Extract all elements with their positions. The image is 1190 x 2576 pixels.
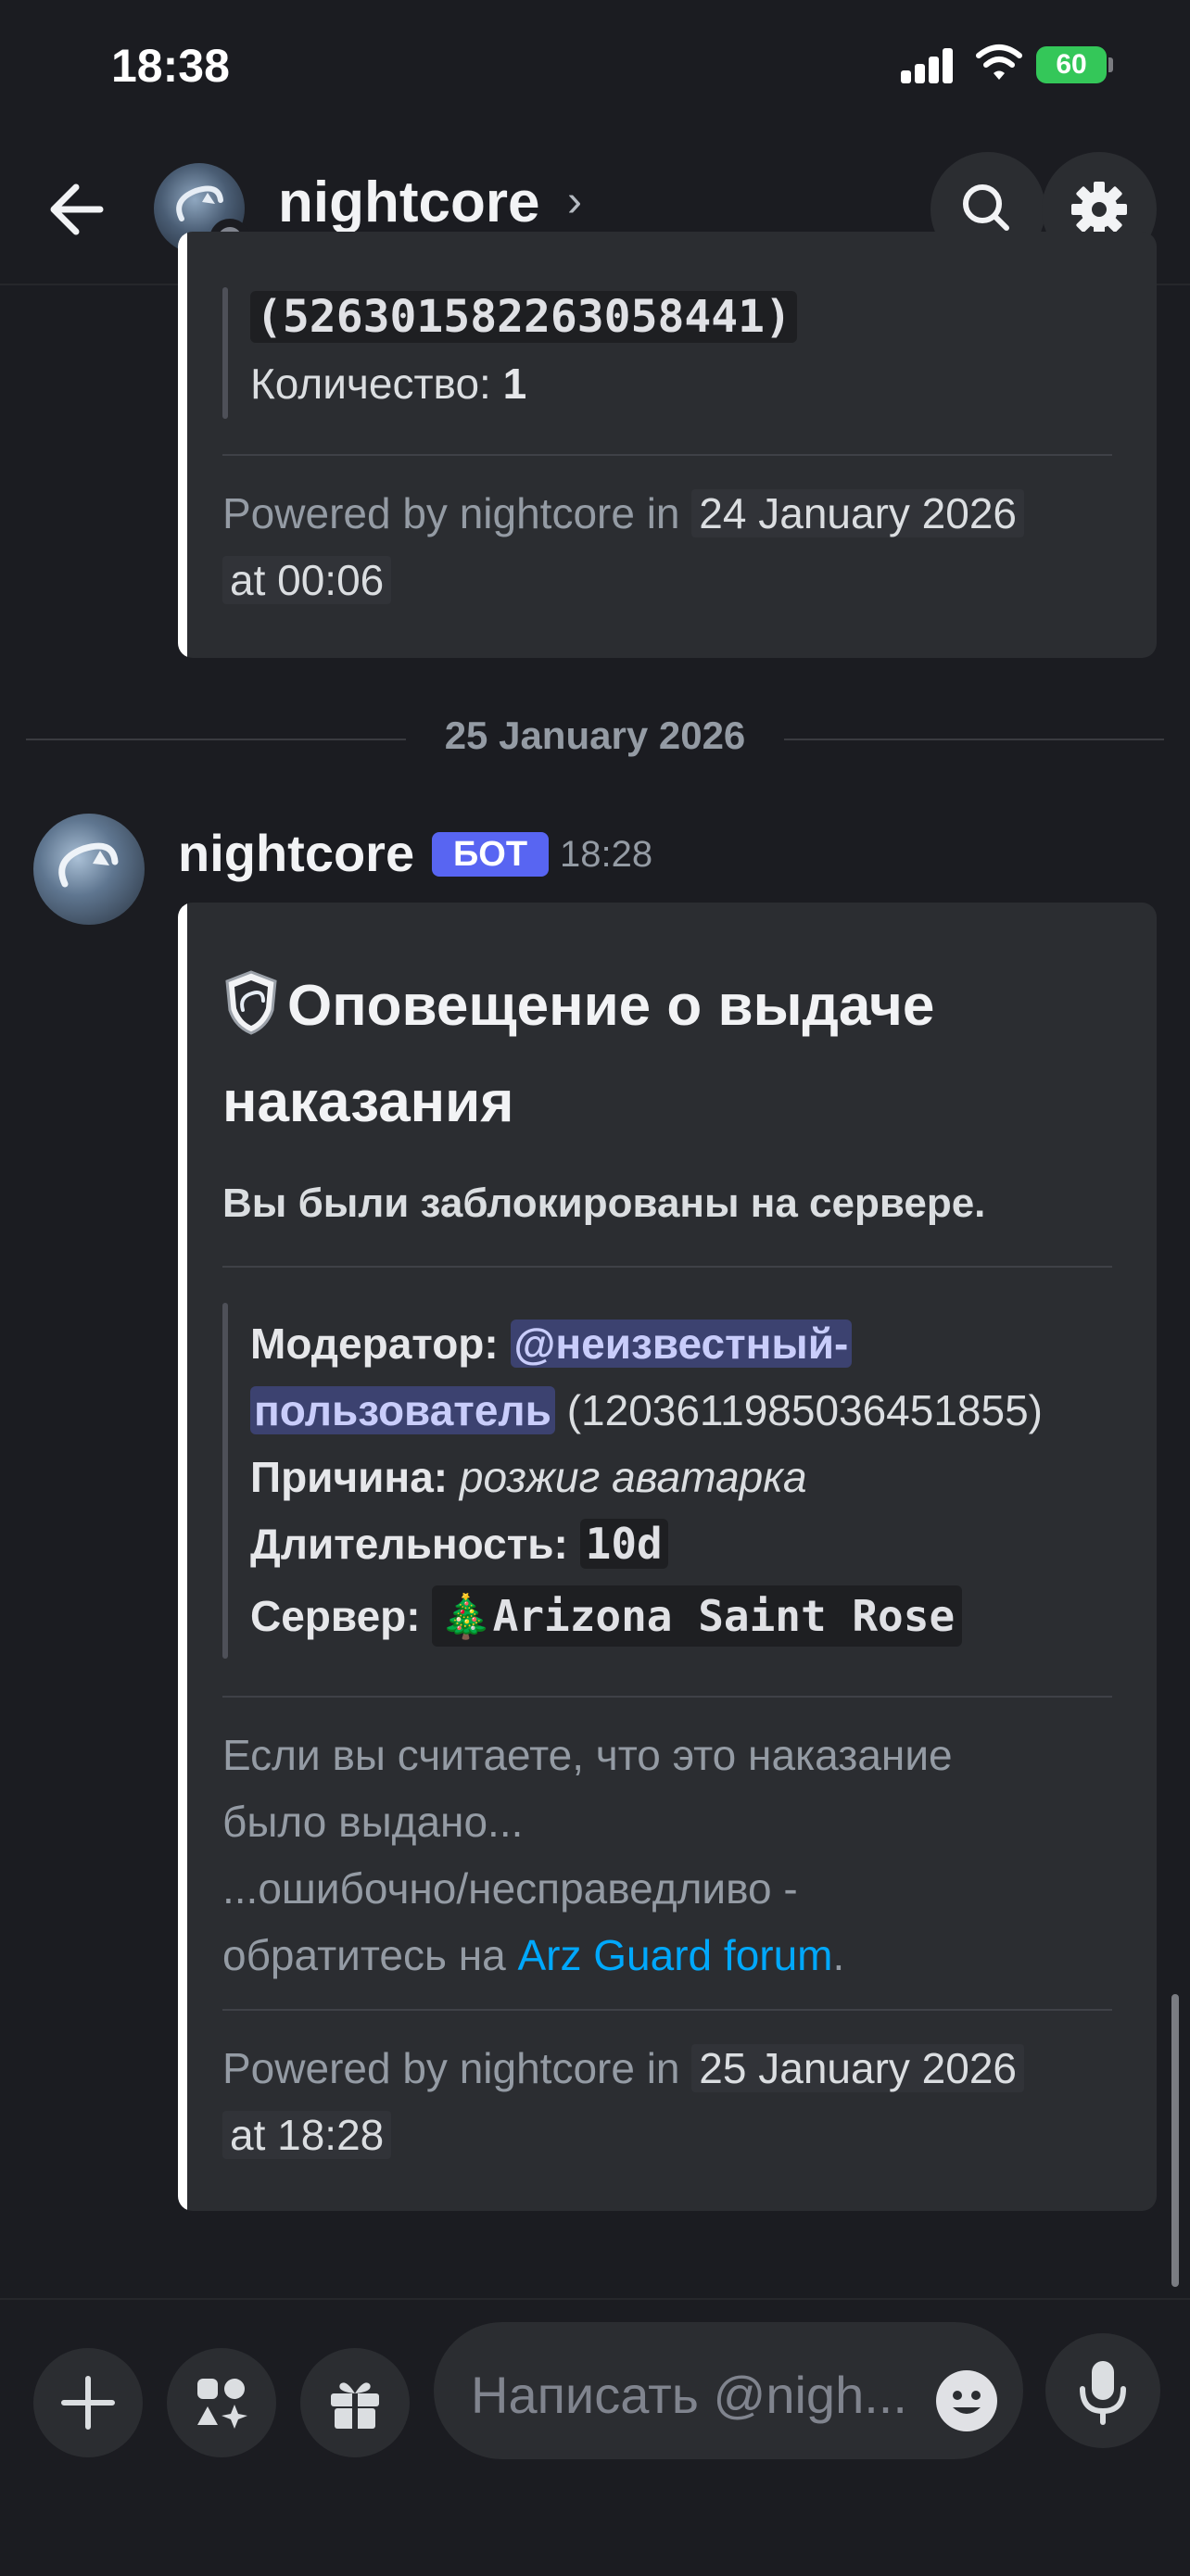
field-duration: Длительность: 10d — [250, 1510, 668, 1577]
status-time: 18:38 — [111, 40, 230, 92]
channel-title[interactable]: nightcore — [278, 170, 539, 235]
embed-separator-3 — [222, 2009, 1112, 2011]
plus-icon — [61, 2376, 115, 2430]
prev-separator — [222, 454, 1112, 456]
apps-icon — [197, 2379, 247, 2429]
message-input-placeholder: Написать @nigh... — [471, 2366, 907, 2424]
field-reason: Причина: розжиг аватарка — [250, 1453, 807, 1501]
appeal-line-1: Если вы считаете, что это наказание — [222, 1731, 953, 1779]
apps-button[interactable] — [167, 2348, 276, 2457]
fields-quote-bar — [222, 1303, 228, 1659]
moderator-mention-cont[interactable]: пользователь — [250, 1386, 555, 1434]
message-timestamp: 18:28 — [560, 834, 653, 875]
arz-guard-forum-link[interactable]: Arz Guard forum — [518, 1931, 833, 1979]
embed-description: Вы были заблокированы на сервере. — [222, 1181, 986, 1226]
gift-icon — [331, 2382, 379, 2429]
embed-title: Оповещение о выдаче наказания — [222, 958, 1149, 1151]
message-author[interactable]: nightcore — [178, 823, 414, 883]
gift-button[interactable] — [300, 2348, 410, 2457]
cellular-signal-icon — [901, 48, 953, 83]
battery-tip — [1108, 57, 1113, 72]
prev-footer: Powered by nightcore in 24 January 2026 — [222, 480, 1025, 547]
appeal-line-3: ...ошибочно/несправедливо - — [222, 1864, 798, 1913]
embed-footer-time: at 18:28 — [222, 2102, 392, 2168]
battery-indicator: 60 — [1036, 46, 1107, 83]
chevron-right-icon[interactable]: › — [567, 176, 582, 227]
appeal-line-4: обратитесь на Arz Guard forum. — [222, 1931, 845, 1979]
microphone-icon — [1080, 2361, 1126, 2425]
day-separator-label: 25 January 2026 — [444, 713, 746, 757]
christmas-tree-icon: 🎄 — [439, 1591, 493, 1641]
embed-footer: Powered by nightcore in 25 January 2026 — [222, 2035, 1025, 2102]
add-attachment-button[interactable] — [33, 2348, 143, 2457]
voice-message-button[interactable] — [1045, 2333, 1160, 2448]
field-server: Сервер: 🎄Arizona Saint Rose — [250, 1583, 963, 1649]
bot-badge: БОТ — [432, 832, 549, 877]
prev-id-line: (526301582263058441) — [250, 284, 797, 350]
quote-bar — [222, 287, 228, 419]
embed-separator-2 — [222, 1696, 1112, 1698]
embed-separator-1 — [222, 1266, 1112, 1268]
prev-footer-time: at 00:06 — [222, 547, 392, 613]
wifi-icon — [976, 44, 1022, 80]
field-moderator: Модератор: @неизвестный- — [250, 1310, 853, 1377]
scrollbar[interactable] — [1171, 1994, 1179, 2287]
prev-quantity: Количество: 1 — [250, 360, 527, 408]
author-avatar[interactable] — [33, 814, 145, 925]
field-moderator-cont: пользователь (1203611985036451855) — [250, 1377, 1043, 1444]
emoji-icon[interactable] — [936, 2370, 997, 2431]
avatar-logo-icon — [58, 842, 119, 888]
back-arrow-icon[interactable] — [43, 176, 117, 243]
appeal-line-2: было выдано... — [222, 1798, 524, 1846]
moderator-mention[interactable]: @неизвестный- — [510, 1320, 853, 1368]
shield-icon — [225, 970, 277, 1035]
